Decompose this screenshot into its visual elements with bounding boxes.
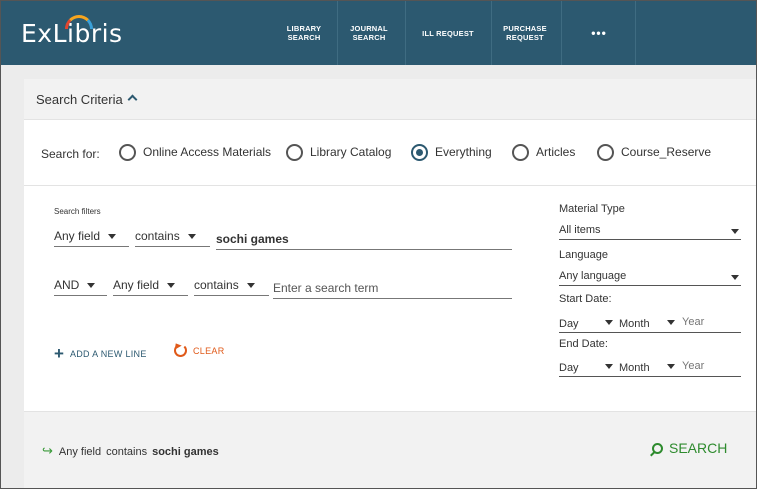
end-year-input[interactable] <box>682 360 740 372</box>
search-filters-label: Search filters <box>54 207 101 216</box>
exlibris-logo[interactable]: ExLibris <box>21 15 123 49</box>
chevron-up-icon[interactable] <box>127 94 138 105</box>
nav-journal-search[interactable]: JOURNAL SEARCH <box>339 1 399 65</box>
radio-unchecked-icon[interactable] <box>286 143 303 161</box>
line2-operator-value: contains <box>194 278 239 292</box>
nav-more-icon[interactable]: ••• <box>574 1 624 65</box>
start-month-select[interactable]: Month <box>619 318 650 330</box>
search-icon <box>652 442 663 454</box>
scope-label: Everything <box>435 145 492 159</box>
scope-online-access-materials[interactable]: Online Access Materials <box>119 143 271 161</box>
end-month-select[interactable]: Month <box>619 362 650 374</box>
start-date-group: Day Month <box>559 315 741 333</box>
nav-library-search[interactable]: LIBRARY SEARCH <box>276 1 332 65</box>
nav-divider <box>635 1 636 65</box>
caret-down-icon <box>87 283 96 288</box>
clear-label: CLEAR <box>193 345 225 356</box>
caret-down-icon <box>731 275 739 280</box>
radio-unchecked-icon[interactable] <box>512 143 529 161</box>
start-year-input[interactable] <box>682 316 740 328</box>
summary-operator: contains <box>106 446 148 458</box>
plus-icon: + <box>54 344 64 363</box>
scope-label: Library Catalog <box>310 145 392 159</box>
caret-down-icon <box>605 320 613 325</box>
scope-everything[interactable]: Everything <box>411 143 492 161</box>
scope-articles[interactable]: Articles <box>512 143 575 161</box>
line1-field-select[interactable]: Any field <box>54 227 129 247</box>
add-new-line-button[interactable]: + ADD A NEW LINE <box>54 344 147 363</box>
search-summary-footer: ↪ Any field contains sochi games SEARCH <box>24 411 756 488</box>
search-label: SEARCH <box>669 440 728 456</box>
end-date-group: Day Month <box>559 359 741 377</box>
summary-field: Any field <box>58 446 102 458</box>
top-navigation-bar: ExLibris LIBRARY SEARCH JOURNAL SEARCH I… <box>1 1 756 65</box>
end-day-select[interactable]: Day <box>559 362 579 374</box>
nav-divider <box>491 1 492 65</box>
caret-down-icon <box>167 283 176 288</box>
nav-purchase-request[interactable]: PURCHASE REQUEST <box>494 1 556 65</box>
scope-label: Course_Reserve <box>621 145 712 159</box>
summary-term: sochi games <box>152 446 219 458</box>
caret-down-icon <box>667 320 675 325</box>
material-type-select[interactable]: All items <box>559 222 741 240</box>
query-summary: ↪ Any field contains sochi games <box>42 443 219 459</box>
nav-divider <box>405 1 406 65</box>
scope-course-reserve[interactable]: Course_Reserve <box>597 143 711 161</box>
radio-unchecked-icon[interactable] <box>597 143 614 161</box>
line2-boolean-value: AND <box>54 278 80 292</box>
line2-field-value: Any field <box>113 278 160 292</box>
scope-label: Articles <box>536 145 576 159</box>
language-select[interactable]: Any language <box>559 268 741 286</box>
line1-search-term-input[interactable] <box>216 230 512 250</box>
language-value: Any language <box>559 270 627 282</box>
advanced-search-panel: Search Criteria Search for: Online Acces… <box>24 79 756 488</box>
caret-down-icon <box>187 234 196 239</box>
start-day-select[interactable]: Day <box>559 318 579 330</box>
line1-field-value: Any field <box>54 229 101 243</box>
line2-boolean-select[interactable]: AND <box>54 276 107 296</box>
undo-icon <box>174 344 187 357</box>
radio-unchecked-icon[interactable] <box>119 143 136 161</box>
search-for-label: Search for: <box>41 147 100 161</box>
search-scope-row: Search for: Online Access Materials Libr… <box>24 120 756 186</box>
nav-divider <box>337 1 338 65</box>
material-type-value: All items <box>559 224 601 236</box>
radio-checked-icon[interactable] <box>411 143 428 161</box>
logo-arc-icon <box>65 15 93 29</box>
line1-operator-select[interactable]: contains <box>135 227 210 247</box>
scope-library-catalog[interactable]: Library Catalog <box>286 143 391 161</box>
scope-label: Online Access Materials <box>143 145 272 159</box>
start-date-label: Start Date: <box>559 293 612 305</box>
line2-search-term-input[interactable] <box>273 279 512 299</box>
nav-ill-request[interactable]: ILL REQUEST <box>409 1 487 65</box>
clear-button[interactable]: CLEAR <box>174 344 225 357</box>
caret-down-icon <box>667 364 675 369</box>
language-label: Language <box>559 249 608 261</box>
caret-down-icon <box>108 234 117 239</box>
line2-operator-select[interactable]: contains <box>194 276 269 296</box>
line1-operator-value: contains <box>135 229 180 243</box>
line2-field-select[interactable]: Any field <box>113 276 188 296</box>
nav-divider <box>561 1 562 65</box>
add-new-line-label: ADD A NEW LINE <box>69 349 147 359</box>
search-criteria-header[interactable]: Search Criteria <box>24 79 756 120</box>
material-type-label: Material Type <box>559 203 625 215</box>
caret-down-icon <box>246 283 255 288</box>
caret-down-icon <box>605 364 613 369</box>
app-frame: ExLibris LIBRARY SEARCH JOURNAL SEARCH I… <box>0 0 757 489</box>
search-button[interactable]: SEARCH <box>652 440 727 456</box>
end-date-label: End Date: <box>559 338 608 350</box>
arrow-right-icon: ↪ <box>42 443 53 458</box>
caret-down-icon <box>731 229 739 234</box>
search-criteria-title: Search Criteria <box>36 92 123 107</box>
